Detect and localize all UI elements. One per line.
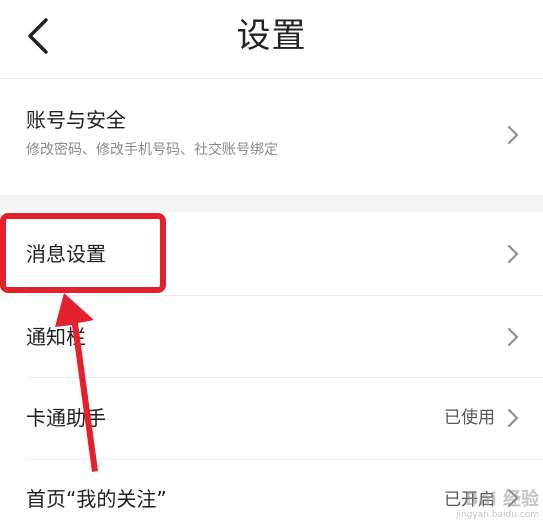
annotation-arrow [55,293,98,472]
watermark-url: jingyan.baidu.com [455,510,539,520]
watermark-logo: Bai 经验 [464,489,539,510]
baidu-jingyan-watermark: Bai 经验 jingyan.baidu.com [456,490,539,521]
